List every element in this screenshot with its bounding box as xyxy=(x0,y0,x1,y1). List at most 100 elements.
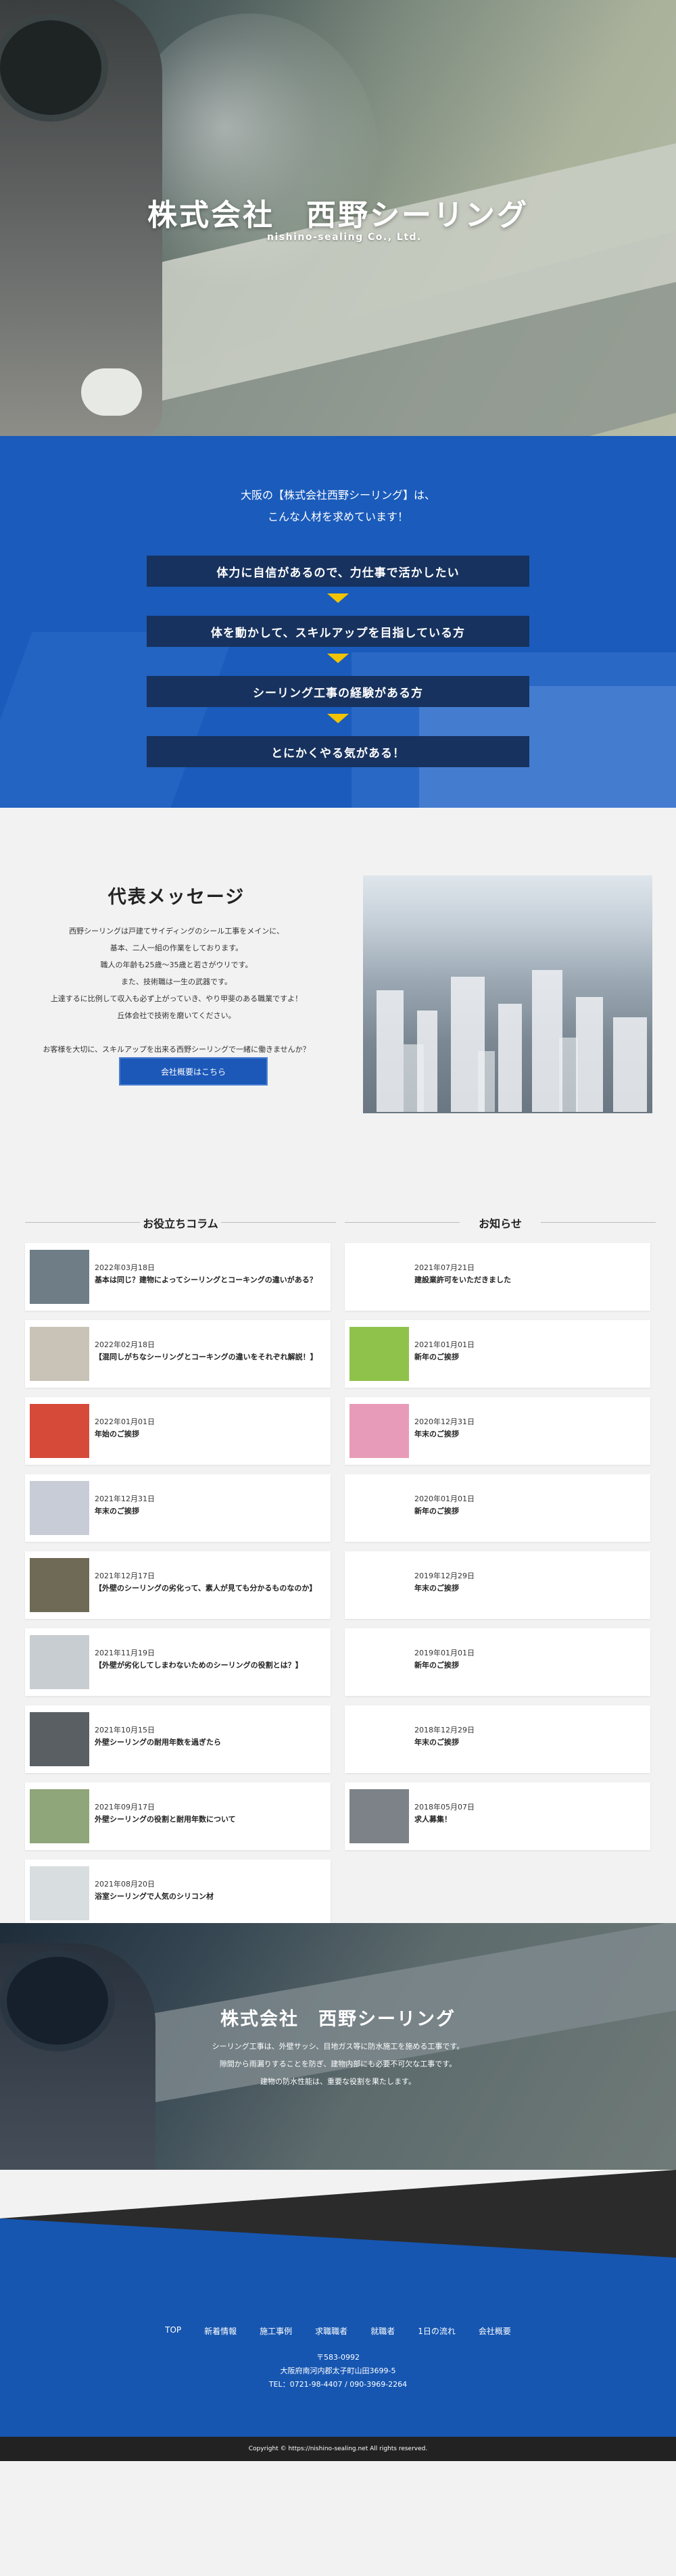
column-title[interactable]: 年末のご挨拶 xyxy=(95,1505,322,1517)
news-date: 2020年01月01日 xyxy=(414,1494,475,1503)
column-heading: お役立ちコラム xyxy=(25,1215,336,1231)
message-line: また、技術職は一生の武器です。 xyxy=(121,977,232,986)
footer-nav-daily-flow[interactable]: 1日の流れ xyxy=(418,2325,456,2337)
footer-nav-works[interactable]: 施工事例 xyxy=(260,2325,292,2337)
footer-nav-news[interactable]: 新着情報 xyxy=(204,2325,237,2337)
column-thumbnail xyxy=(30,1558,89,1612)
footer-address-block: 〒583-0992 大阪府南河内郡太子町山田3699-5 TEL：0721-98… xyxy=(0,2351,676,2391)
column-date: 2022年02月18日 xyxy=(95,1340,155,1349)
down-arrow-icon xyxy=(327,593,349,603)
column-title[interactable]: 外壁シーリングの役割と耐用年数について xyxy=(95,1814,322,1826)
column-thumbnail xyxy=(30,1712,89,1766)
column-card[interactable]: 2021年08月20日浴室シーリングで人気のシリコン材 xyxy=(25,1860,331,1927)
column-title[interactable]: 外壁シーリングの耐用年数を過ぎたら xyxy=(95,1736,322,1749)
recruit-bg-building xyxy=(0,632,235,808)
footer-hero-section: 株式会社 西野シーリング シーリング工事は、外壁サッシ、目地ガス等に防水施工を施… xyxy=(0,1923,676,2170)
message-line: 西野シーリングは戸建てサイディングのシール工事をメインに、 xyxy=(69,927,284,935)
news-card[interactable]: 2018年05月07日求人募集！ xyxy=(345,1782,650,1850)
column-date: 2021年09月17日 xyxy=(95,1803,155,1812)
recruit-item: 体を動かして、スキルアップを目指している方 xyxy=(147,616,529,647)
message-line: 上達するに比例して収入も必ず上がっていき、やり甲斐のある職業ですよ！ xyxy=(50,994,303,1003)
city-photo xyxy=(363,875,652,1113)
news-heading: お知らせ xyxy=(345,1215,656,1231)
footer-zip: 〒583-0992 xyxy=(316,2353,360,2362)
news-card[interactable]: 2019年01月01日新年のご挨拶 xyxy=(345,1628,650,1696)
footer-tel: TEL：0721-98-4407 / 090-3969-2264 xyxy=(268,2380,408,2389)
column-card[interactable]: 2021年09月17日外壁シーリングの役割と耐用年数について xyxy=(25,1782,331,1850)
column-thumbnail xyxy=(30,1635,89,1689)
column-title[interactable]: 【混同しがちなシーリングとコーキングの違いをそれぞれ解説！】 xyxy=(95,1351,322,1363)
column-card[interactable]: 2022年01月01日 年始のご挨拶 xyxy=(25,1397,331,1465)
column-title[interactable]: 【外壁のシーリングの劣化って、素人が見ても分かるものなのか】 xyxy=(95,1582,322,1595)
recruit-intro-line: 大阪の【株式会社西野シーリング】は、 xyxy=(240,489,435,502)
column-date: 2021年11月19日 xyxy=(95,1649,155,1657)
hero-section: 株式会社 西野シーリング nishino-sealing Co., Ltd. xyxy=(0,0,676,436)
news-card[interactable]: 2018年12月29日年末のご挨拶 xyxy=(345,1705,650,1773)
column-title[interactable]: 【外壁が劣化してしまわないためのシーリングの役割とは？】 xyxy=(95,1659,322,1672)
message-line: お客様を大切に、スキルアップを出来る西野シーリングで一緒に働きませんか？ xyxy=(43,1045,310,1054)
news-title[interactable]: 年末のご挨拶 xyxy=(414,1428,642,1440)
column-thumbnail xyxy=(30,1481,89,1535)
message-title: 代表メッセージ xyxy=(107,887,245,908)
footer-hero-line: シーリング工事は、外壁サッシ、目地ガス等に防水施工を施める工事です。 xyxy=(212,2042,464,2051)
message-line: 基本、二人一組の作業をしております。 xyxy=(110,944,243,952)
column-card[interactable]: 2021年12月17日【外壁のシーリングの劣化って、素人が見ても分かるものなのか… xyxy=(25,1551,331,1619)
column-card[interactable]: 2021年10月15日外壁シーリングの耐用年数を過ぎたら xyxy=(25,1705,331,1773)
down-arrow-icon xyxy=(327,714,349,723)
column-thumbnail xyxy=(30,1250,89,1304)
news-date: 2018年05月07日 xyxy=(414,1803,475,1812)
column-title[interactable]: 年始のご挨拶 xyxy=(95,1428,322,1440)
footer-nav-top[interactable]: TOP xyxy=(165,2325,181,2337)
down-arrow-icon xyxy=(327,654,349,663)
news-title[interactable]: 新年のご挨拶 xyxy=(414,1659,642,1672)
recruit-item: シーリング工事の経験がある方 xyxy=(147,676,529,707)
footer-nav: TOP 新着情報 施工事例 求職職者 就職者 1日の流れ 会社概要 xyxy=(0,2325,676,2337)
column-date: 2021年08月20日 xyxy=(95,1880,155,1889)
column-card[interactable]: 2021年12月31日年末のご挨拶 xyxy=(25,1474,331,1542)
news-title[interactable]: 新年のご挨拶 xyxy=(414,1351,642,1363)
column-date: 2022年03月18日 xyxy=(95,1263,155,1272)
footer-nav-jobseekers[interactable]: 求職職者 xyxy=(315,2325,347,2337)
news-card[interactable]: 2021年01月01日新年のご挨拶 xyxy=(345,1320,650,1388)
news-date: 2021年01月01日 xyxy=(414,1340,475,1349)
news-title[interactable]: 求人募集！ xyxy=(414,1814,642,1826)
copyright: Copyright © https://nishino-sealing.net … xyxy=(0,2437,676,2461)
news-date: 2019年12月29日 xyxy=(414,1572,475,1580)
recruit-item: 体力に自信があるので、力仕事で活かしたい xyxy=(147,556,529,587)
footer-nav-employees[interactable]: 就職者 xyxy=(370,2325,395,2337)
column-thumbnail xyxy=(30,1866,89,1920)
news-heading-label: お知らせ xyxy=(479,1217,522,1230)
message-line xyxy=(24,1024,329,1041)
message-line: 職人の年齢も25歳〜35歳と若さがウリです。 xyxy=(100,961,253,969)
news-card[interactable]: 2020年12月31日 年末のご挨拶 xyxy=(345,1397,650,1465)
news-card[interactable]: 2020年01月01日新年のご挨拶 xyxy=(345,1474,650,1542)
news-thumbnail xyxy=(349,1789,409,1843)
column-date: 2021年10月15日 xyxy=(95,1726,155,1734)
column-card[interactable]: 2022年03月18日基本は同じ？建物によってシーリングとコーキングの違いがある… xyxy=(25,1243,331,1311)
column-title[interactable]: 基本は同じ？建物によってシーリングとコーキングの違いがある？ xyxy=(95,1274,322,1286)
hero-title: 株式会社 西野シーリング xyxy=(147,198,529,233)
news-date: 2018年12月29日 xyxy=(414,1726,475,1734)
footer-address: 大阪府南河内郡太子町山田3699-5 xyxy=(280,2366,396,2375)
column-title[interactable]: 浴室シーリングで人気のシリコン材 xyxy=(95,1891,322,1903)
footer-nav-company[interactable]: 会社概要 xyxy=(479,2325,511,2337)
company-profile-button[interactable]: 会社概要はこちら xyxy=(119,1057,268,1086)
column-card[interactable]: 2022年02月18日【混同しがちなシーリングとコーキングの違いをそれぞれ解説！… xyxy=(25,1320,331,1388)
recruit-section: 大阪の【株式会社西野シーリング】は、 こんな人材を求めています！ 体力に自信があ… xyxy=(0,436,676,808)
lists-section: お役立ちコラム お知らせ 2022年03月18日基本は同じ？建物によってシーリン… xyxy=(0,1180,676,2004)
news-title[interactable]: 年末のご挨拶 xyxy=(414,1736,642,1749)
column-date: 2021年12月17日 xyxy=(95,1572,155,1580)
news-title[interactable]: 建設業許可をいただきました xyxy=(414,1274,642,1286)
news-thumbnail xyxy=(349,1404,409,1458)
column-date: 2021年12月31日 xyxy=(95,1494,155,1503)
column-card[interactable]: 2021年11月19日【外壁が劣化してしまわないためのシーリングの役割とは？】 xyxy=(25,1628,331,1696)
news-title[interactable]: 新年のご挨拶 xyxy=(414,1505,642,1517)
footer-hero-line: 隙間から雨漏りすることを防ぎ、建物内部にも必要不可欠な工事です。 xyxy=(219,2060,457,2068)
news-title[interactable]: 年末のご挨拶 xyxy=(414,1582,642,1595)
news-card[interactable]: 2019年12月29日年末のご挨拶 xyxy=(345,1551,650,1619)
news-card[interactable]: 2021年07月21日 建設業許可をいただきました xyxy=(345,1243,650,1311)
recruit-intro-line: こんな人材を求めています！ xyxy=(267,510,408,523)
news-date: 2019年01月01日 xyxy=(414,1649,475,1657)
recruit-item: とにかくやる気がある！ xyxy=(147,736,529,767)
news-thumbnail xyxy=(349,1327,409,1381)
